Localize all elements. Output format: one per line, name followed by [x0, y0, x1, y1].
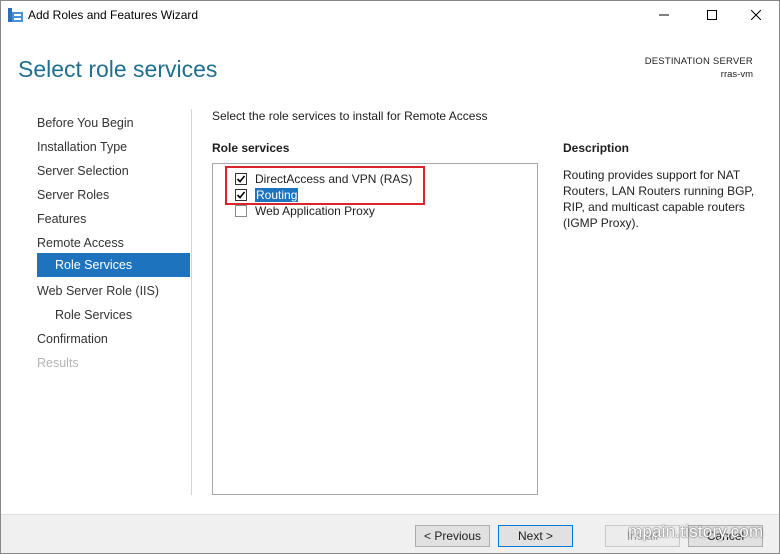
- destination-server-value: rras-vm: [720, 69, 753, 80]
- nav-item-confirmation[interactable]: Confirmation: [37, 329, 108, 349]
- nav-item-server-roles[interactable]: Server Roles: [37, 185, 109, 205]
- watermark: mpain.tistory.com: [628, 522, 764, 541]
- title-bar[interactable]: Add Roles and Features Wizard: [1, 1, 779, 30]
- nav-item-before-you-begin[interactable]: Before You Begin: [37, 113, 134, 133]
- nav-item-features[interactable]: Features: [37, 209, 86, 229]
- destination-server-label: DESTINATION SERVER: [644, 56, 753, 67]
- description-heading: Description: [563, 141, 630, 155]
- close-icon: [750, 9, 762, 23]
- nav-item-label: Role Services: [55, 258, 133, 272]
- nav-divider: [191, 109, 192, 495]
- nav-item-installation-type[interactable]: Installation Type: [37, 137, 127, 157]
- role-services-heading: Role services: [212, 141, 290, 155]
- role-service-label: Web Application Proxy: [255, 204, 375, 218]
- server-manager-icon: [8, 8, 23, 22]
- nav-item-server-selection[interactable]: Server Selection: [37, 161, 129, 181]
- minimize-button[interactable]: [641, 1, 687, 30]
- description-text: Routing provides support for NAT Routers…: [563, 168, 755, 230]
- nav-item-iis-role-services[interactable]: Role Services: [55, 305, 132, 325]
- previous-button[interactable]: < Previous: [415, 525, 490, 547]
- page-title: Select role services: [18, 56, 218, 82]
- close-button[interactable]: [733, 1, 779, 30]
- nav-item-web-server-role[interactable]: Web Server Role (IIS): [37, 281, 159, 301]
- window-title: Add Roles and Features Wizard: [28, 8, 199, 22]
- role-service-item-web-application-proxy[interactable]: Web Application Proxy: [235, 203, 375, 219]
- checkbox-web-application-proxy[interactable]: [235, 205, 247, 217]
- nav-item-results: Results: [37, 356, 79, 370]
- wizard-window: Add Roles and Features Wizard Select rol…: [0, 0, 780, 554]
- role-services-list[interactable]: DirectAccess and VPN (RAS) Routing Web A…: [212, 163, 538, 495]
- maximize-button[interactable]: [689, 1, 735, 30]
- instruction-text: Select the role services to install for …: [212, 109, 488, 123]
- maximize-icon: [707, 9, 717, 23]
- minimize-icon: [659, 9, 669, 23]
- nav-item-role-services-selected[interactable]: Role Services: [37, 253, 190, 277]
- annotation-highlight-box: [225, 166, 425, 205]
- next-button[interactable]: Next >: [498, 525, 573, 547]
- nav-item-remote-access[interactable]: Remote Access: [37, 233, 124, 253]
